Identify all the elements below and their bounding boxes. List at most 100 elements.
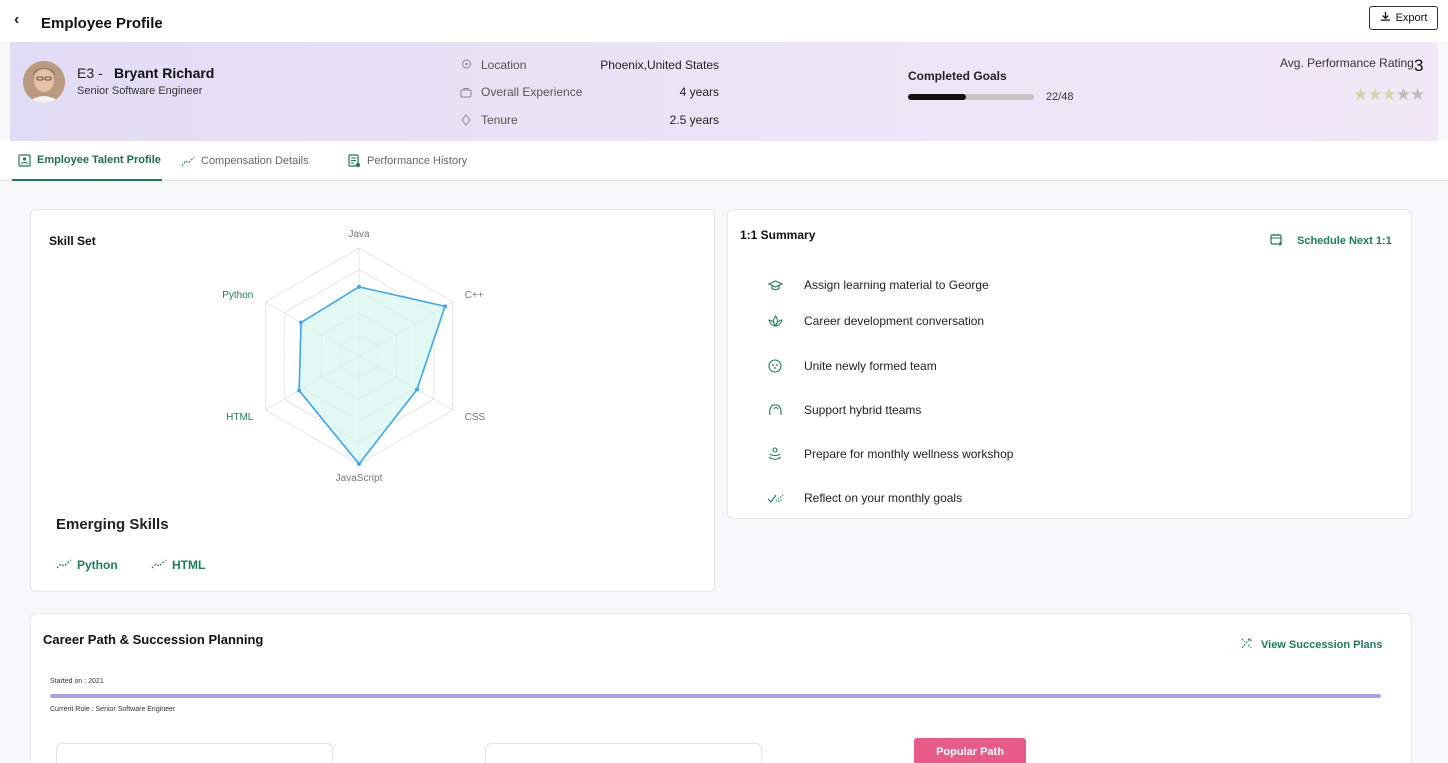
tenure-row: Tenure 2.5 years [459, 111, 719, 129]
team-circle-icon [766, 357, 784, 375]
goals-count: 22/48 [1046, 91, 1074, 103]
current-role-text: Current Role : Senior Software Engineer [50, 706, 176, 713]
emerging-skills-title: Emerging Skills [56, 516, 169, 533]
summary-item[interactable]: Support hybrid tteams [766, 399, 921, 421]
career-path-card: Career Path & Succession Planning View S… [30, 613, 1412, 763]
schedule-next-button[interactable]: Schedule Next 1:1 [1270, 233, 1392, 249]
employee-header: E3 - Bryant Richard Senior Software Engi… [10, 42, 1438, 141]
summary-item-text: Reflect on your monthly goals [804, 491, 963, 505]
tab-label: Performance History [367, 155, 468, 167]
summary-item-text: Unite newly formed team [804, 359, 937, 373]
radar-point-css [414, 387, 419, 392]
location-pin-icon [459, 58, 473, 72]
briefcase-icon [459, 85, 473, 99]
schedule-next-label: Schedule Next 1:1 [1297, 235, 1392, 247]
profile-card-icon [17, 153, 31, 167]
export-button[interactable]: Export [1369, 6, 1438, 30]
radar-point-javascript [357, 462, 361, 466]
star-icon: ★ [1395, 85, 1411, 104]
graduation-cap-icon [766, 276, 784, 294]
summary-item-text: Assign learning material to George [804, 278, 989, 292]
emerging-skill-label: Python [77, 558, 118, 572]
goals-progress-bar [908, 94, 1034, 100]
experience-value: 4 years [679, 85, 719, 99]
employee-profile-page: ‹ Employee Profile Export E3 - Bryant Ri… [0, 0, 1448, 763]
summary-item[interactable]: Assign learning material to George [766, 274, 989, 296]
emerging-skill-python: Python [56, 558, 118, 572]
tenure-value: 2.5 years [669, 113, 719, 127]
trend-icon [56, 558, 72, 572]
radar-point-c [443, 304, 448, 309]
check-trend-icon [766, 489, 784, 507]
trend-icon [151, 558, 167, 572]
tab-label: Employee Talent Profile [37, 154, 161, 166]
summary-title: 1:1 Summary [740, 228, 816, 242]
document-icon [347, 154, 361, 168]
radar-axis-label: Java [348, 229, 370, 240]
career-path-option[interactable] [56, 743, 333, 763]
summary-item-text: Prepare for monthly wellness workshop [804, 447, 1014, 461]
lotus-icon [766, 312, 784, 330]
wellness-icon [766, 445, 784, 463]
support-hand-icon [766, 401, 784, 419]
view-succession-plans-button[interactable]: View Succession Plans [1240, 637, 1382, 653]
tab-label: Compensation Details [201, 155, 309, 167]
tab-performance-history[interactable]: Performance History [347, 141, 467, 181]
goals-progress-fill [908, 94, 966, 100]
tenure-label: Tenure [481, 113, 518, 127]
star-icon: ★ [1381, 85, 1397, 104]
tab-bar: Employee Talent Profile Compensation Det… [0, 141, 1448, 181]
succession-icon [1240, 637, 1253, 653]
employee-code: E3 - [77, 65, 103, 81]
trend-icon [181, 154, 195, 168]
download-icon [1380, 11, 1391, 25]
career-timeline [50, 694, 1381, 698]
skill-set-card: Skill Set Java C++ CSS JavaScript HTML Python… [30, 209, 715, 592]
diamond-icon [459, 113, 473, 127]
radar-axis-label: JavaScript [336, 473, 383, 484]
calendar-add-icon [1270, 233, 1283, 249]
star-icon: ★ [1353, 85, 1368, 104]
radar-point-java [357, 284, 361, 289]
experience-label: Overall Experience [481, 85, 583, 99]
emerging-skill-html: HTML [151, 558, 205, 572]
employee-role: Senior Software Engineer [77, 85, 203, 97]
completed-goals-label: Completed Goals [908, 69, 1007, 83]
summary-item[interactable]: Unite newly formed team [766, 355, 937, 377]
star-icon: ★ [1367, 85, 1382, 104]
radar-series-area [298, 286, 447, 466]
chevron-left-icon[interactable]: ‹ [14, 11, 19, 29]
employee-name: Bryant Richard [114, 65, 215, 81]
rating-stars: ★★★★★ [1353, 85, 1425, 105]
tab-compensation-details[interactable]: Compensation Details [181, 141, 309, 181]
rating-label: Avg. Performance Rating [1280, 56, 1414, 70]
radar-axis-label: HTML [226, 412, 254, 423]
page-title: Employee Profile [41, 15, 163, 32]
radar-point-python [299, 320, 304, 325]
emerging-skill-label: HTML [172, 558, 206, 572]
rating-value: 3 [1414, 56, 1424, 75]
radar-point-html [297, 388, 302, 393]
radar-axis-label: Python [222, 290, 253, 301]
title-bar: ‹ Employee Profile Export [0, 0, 1448, 42]
radar-axis-label: CSS [465, 412, 486, 423]
summary-item-text: Career development conversation [804, 314, 985, 328]
career-path-title: Career Path & Succession Planning [43, 632, 264, 647]
started-on-text: Started on : 2021 [50, 678, 104, 685]
star-icon: ★ [1410, 85, 1425, 104]
summary-item[interactable]: Reflect on your monthly goals [766, 487, 962, 509]
summary-item[interactable]: Career development conversation [766, 310, 984, 332]
location-label: Location [481, 58, 527, 72]
view-succession-plans-label: View Succession Plans [1261, 639, 1383, 651]
career-path-option[interactable] [485, 743, 762, 763]
summary-item[interactable]: Prepare for monthly wellness workshop [766, 443, 1013, 465]
export-label: Export [1395, 12, 1428, 24]
one-on-one-summary-card: 1:1 Summary Schedule Next 1:1 Assign lea… [727, 209, 1412, 519]
radar-axis-label: C++ [465, 290, 484, 301]
skill-radar-chart: Java C++ CSS JavaScript HTML Python [222, 229, 486, 484]
experience-row: Overall Experience 4 years [459, 83, 719, 101]
avatar [23, 61, 65, 103]
tab-employee-talent-profile[interactable]: Employee Talent Profile [12, 141, 162, 181]
location-row: Location Phoenix,United States [459, 56, 719, 74]
popular-path-badge[interactable]: Popular Path [914, 738, 1026, 763]
